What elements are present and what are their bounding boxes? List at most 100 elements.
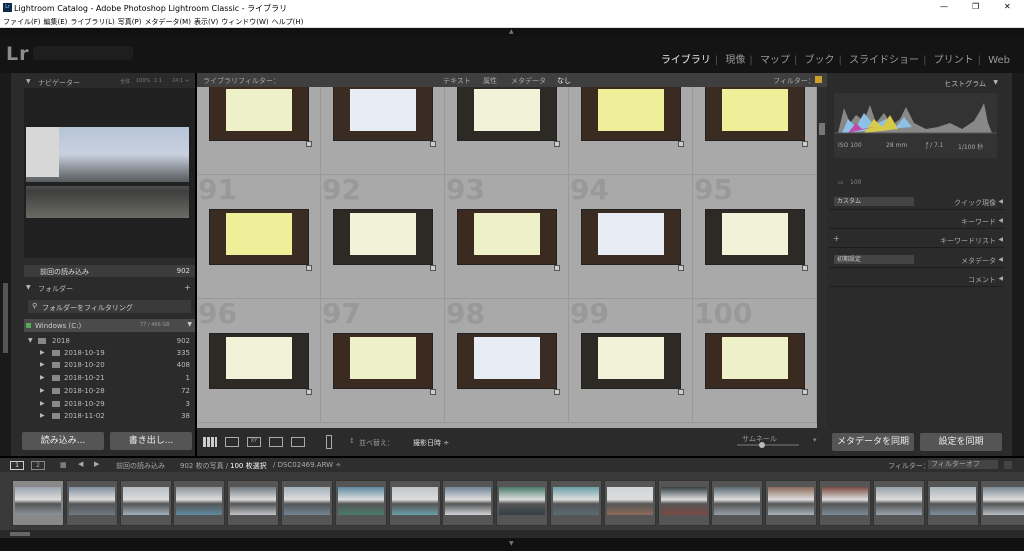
menu-library[interactable]: ライブラリ(L) (70, 17, 114, 27)
quick-develop-preset[interactable]: カスタム (834, 197, 914, 206)
filmstrip-thumbnail[interactable] (388, 480, 441, 526)
survey-view-icon[interactable] (269, 437, 283, 447)
grid-cell[interactable] (445, 87, 569, 175)
menu-metadata[interactable]: メタデータ(M) (144, 17, 191, 27)
sort-value[interactable]: 撮影日時 ÷ (413, 438, 449, 448)
menu-file[interactable]: ファイル(F) (3, 17, 41, 27)
filmstrip[interactable] (0, 472, 1024, 538)
spray-can-icon[interactable] (326, 435, 332, 449)
back-arrow-icon[interactable]: ◀ (78, 460, 83, 468)
filmstrip-thumbnail[interactable] (550, 480, 602, 526)
grid-cell[interactable]: 96 (197, 297, 321, 423)
original-photo-icon[interactable]: ▭ (838, 179, 844, 186)
filmstrip-thumbnail[interactable] (334, 480, 387, 526)
forward-arrow-icon[interactable]: ▶ (94, 460, 99, 468)
grid-cell[interactable]: 98 (445, 297, 569, 423)
left-panel-scrollbar[interactable] (0, 73, 11, 456)
lock-icon[interactable] (815, 76, 822, 83)
filter-tab-attribute[interactable]: 属性 (483, 76, 497, 86)
filmstrip-scrollbar[interactable] (0, 530, 1024, 538)
filmstrip-thumbnail[interactable] (119, 480, 172, 526)
photo-thumbnail[interactable] (457, 87, 557, 141)
filmstrip-thumbnail[interactable] (442, 480, 495, 526)
right-panel-scrollbar[interactable] (1012, 73, 1024, 456)
filmstrip-source[interactable]: 前回の読み込み (116, 461, 165, 471)
grid-cell[interactable]: 95 (693, 173, 817, 299)
grid-cell[interactable] (569, 87, 693, 175)
filter-preset-label[interactable]: フィルター： (773, 76, 815, 86)
photo-thumbnail[interactable] (333, 209, 433, 265)
folder-row[interactable]: ▶ 2018-10-20 408 (24, 359, 195, 371)
photo-thumbnail[interactable] (705, 333, 805, 389)
import-button[interactable]: 読み込み... (22, 432, 104, 450)
filter-tab-metadata[interactable]: メタデータ (511, 76, 546, 86)
primary-window-button[interactable]: 1 (10, 461, 24, 470)
add-keyword-button[interactable]: + (833, 234, 840, 243)
grid-scrollbar[interactable] (817, 87, 827, 428)
filmstrip-thumbnail[interactable] (765, 480, 818, 526)
module-web[interactable]: Web (988, 55, 1010, 66)
filmstrip-thumbnail[interactable] (65, 480, 118, 526)
module-develop[interactable]: 現像 (725, 55, 745, 66)
grid-icon[interactable]: ▦ (60, 461, 67, 469)
zoom-fit[interactable]: 全体 (120, 78, 130, 85)
folder-row[interactable]: ▼ 2018 902 (24, 335, 195, 347)
histogram[interactable]: ISO 100 28 mm ƒ / 7.1 1/100 秒 (834, 93, 997, 158)
top-panel-toggle[interactable]: ▲ (0, 28, 1024, 36)
photo-thumbnail[interactable] (209, 209, 309, 265)
sync-settings-button[interactable]: 設定を同期 (920, 433, 1002, 451)
quick-develop-row[interactable]: カスタム クイック現像 ◀ (829, 194, 1004, 210)
photo-thumbnail[interactable] (333, 333, 433, 389)
navigator-preview-image[interactable] (26, 127, 189, 218)
folder-filter-input[interactable]: ⚲ フォルダーをフィルタリング (28, 300, 191, 313)
module-book[interactable]: ブック (805, 55, 835, 66)
photo-thumbnail[interactable] (457, 209, 557, 265)
filmstrip-thumbnail[interactable] (227, 480, 280, 526)
filmstrip-filter-select[interactable]: フィルターオフ (928, 460, 998, 469)
metadata-row[interactable]: 初期設定 メタデータ ◀ (829, 252, 1004, 268)
grid-cell[interactable]: 94 (569, 173, 693, 299)
folder-row[interactable]: ▶ 2018-10-28 72 (24, 385, 195, 397)
module-print[interactable]: プリント (934, 55, 974, 66)
filmstrip-scroll-thumb[interactable] (10, 532, 30, 536)
module-slideshow[interactable]: スライドショー (849, 55, 919, 66)
sync-metadata-button[interactable]: メタデータを同期 (832, 433, 914, 451)
photo-thumbnail[interactable] (209, 333, 309, 389)
export-button[interactable]: 書き出し... (110, 432, 192, 450)
toolbar-menu-icon[interactable]: ▾ (813, 436, 817, 444)
grid-cell[interactable] (693, 87, 817, 175)
filter-toggle-icon[interactable] (1004, 461, 1012, 469)
filmstrip-thumbnail[interactable] (819, 480, 871, 526)
photo-thumbnail[interactable] (209, 87, 309, 141)
filmstrip-thumbnail[interactable] (711, 480, 764, 526)
zoom-custom[interactable]: 24:1 ÷ (172, 78, 189, 84)
grid-cell[interactable] (321, 87, 445, 175)
keyword-row[interactable]: キーワード ◀ (829, 213, 1004, 229)
menu-photo[interactable]: 写真(P) (118, 17, 142, 27)
photo-thumbnail[interactable] (457, 333, 557, 389)
comments-row[interactable]: コメント ◀ (829, 271, 1004, 287)
photo-thumbnail[interactable] (333, 87, 433, 141)
add-folder-button[interactable]: + (184, 283, 191, 292)
filmstrip-thumbnail[interactable] (657, 480, 710, 526)
zoom-fill[interactable]: 100% (136, 78, 150, 84)
photo-thumbnail[interactable] (581, 87, 681, 141)
left-scroll-thumb[interactable] (3, 283, 8, 353)
filmstrip-thumbnail[interactable] (173, 480, 226, 526)
folder-row[interactable]: ▶ 2018-10-19 335 (24, 347, 195, 359)
folder-row[interactable]: ▶ 2018-10-21 1 (24, 372, 195, 384)
menu-view[interactable]: 表示(V) (194, 17, 218, 27)
filmstrip-thumbnail[interactable] (496, 480, 549, 526)
grid-cell[interactable]: 91 (197, 173, 321, 299)
volume-bar[interactable]: Windows (C:) 77 / 466 GB ▼ (24, 319, 195, 332)
filmstrip-thumbnail[interactable] (603, 480, 656, 526)
metadata-preset[interactable]: 初期設定 (834, 255, 914, 264)
filmstrip-thumbnail[interactable] (12, 480, 64, 526)
photo-thumbnail[interactable] (705, 209, 805, 265)
navigator-header[interactable]: ▼ ナビゲーター 全体 100% 1:1 24:1 ÷ (24, 76, 194, 88)
bottom-panel-toggle[interactable]: ▼ (0, 538, 1024, 551)
grid-scroll-thumb[interactable] (819, 123, 825, 135)
thumbnail-slider-handle[interactable] (759, 442, 765, 448)
grid-view-icon[interactable] (203, 437, 217, 447)
maximize-button[interactable]: ❐ (972, 2, 979, 11)
